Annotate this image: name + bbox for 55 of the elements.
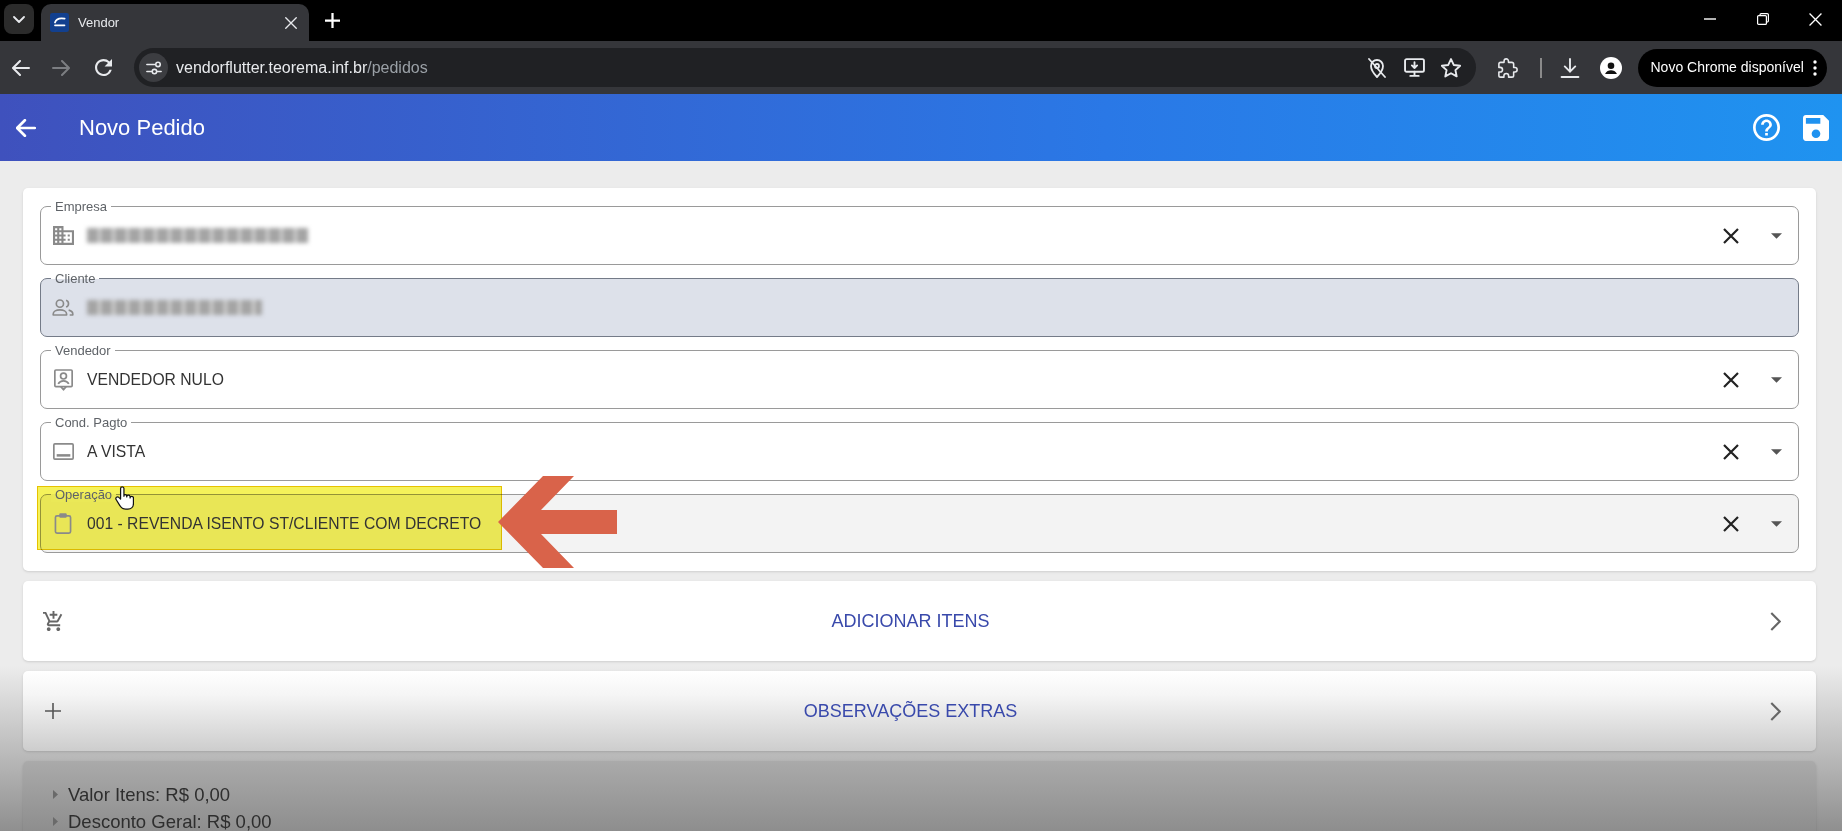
cart-plus-icon	[42, 610, 64, 632]
help-icon[interactable]	[1753, 114, 1780, 141]
action-row[interactable]: ADICIONAR ITENS	[23, 581, 1816, 661]
browser-tab[interactable]: Vendor	[41, 4, 309, 41]
field-value: 001 - REVENDA ISENTO ST/CLIENTE COM DECRETO	[87, 514, 482, 533]
field-label: Operação	[51, 487, 117, 502]
chevron-right-icon	[1770, 701, 1781, 721]
update-chrome-button[interactable]: Novo Chrome disponível	[1637, 48, 1827, 87]
clipboard-icon	[54, 513, 72, 534]
address-bar[interactable]: vendorflutter.teorema.inf.br/pedidos	[134, 48, 1476, 87]
star-icon[interactable]	[1441, 57, 1461, 78]
profile-icon[interactable]	[1599, 56, 1622, 79]
field-label: Cond. Pagto	[51, 415, 132, 430]
url-text[interactable]: vendorflutter.teorema.inf.br/pedidos	[176, 55, 428, 80]
card-icon	[52, 443, 74, 460]
field-label: Empresa	[51, 199, 112, 214]
chevron-right-icon	[1770, 611, 1781, 631]
summary-line[interactable]: Desconto Geral: R$ 0,00	[68, 810, 272, 831]
puzzle-icon[interactable]	[1498, 57, 1518, 78]
people-icon	[52, 299, 74, 316]
dropdown-caret-icon[interactable]	[1771, 448, 1782, 455]
minimize-icon[interactable]	[1703, 18, 1716, 20]
save-icon[interactable]	[1803, 114, 1829, 141]
tune-icon	[145, 60, 162, 75]
page-title: Novo Pedido	[79, 114, 205, 142]
person-card-icon	[53, 368, 73, 391]
restore-icon[interactable]	[1756, 13, 1769, 25]
dropdown-caret-icon[interactable]	[1771, 376, 1782, 383]
field-label: Cliente	[51, 271, 100, 286]
chevron-down-icon	[13, 15, 25, 23]
action-row[interactable]: OBSERVAÇÕES EXTRAS	[23, 671, 1816, 751]
more-vert-icon	[1812, 59, 1817, 76]
app-logo-icon	[50, 13, 69, 32]
plus-icon	[45, 703, 61, 719]
clear-icon[interactable]	[1723, 443, 1739, 460]
download-icon[interactable]	[1559, 57, 1580, 78]
location-off-icon[interactable]	[1367, 57, 1387, 78]
plus-icon[interactable]	[325, 13, 340, 28]
install-app-icon[interactable]	[1404, 58, 1425, 77]
summary-line[interactable]: Valor Itens: R$ 0,00	[68, 783, 231, 806]
tab-search-button[interactable]	[4, 4, 34, 34]
field-label: Vendedor	[51, 343, 115, 358]
clear-icon[interactable]	[1723, 227, 1739, 244]
forward-arrow-icon[interactable]	[52, 59, 70, 76]
clear-icon[interactable]	[1723, 371, 1739, 388]
dropdown-caret-icon[interactable]	[1771, 232, 1782, 239]
field-value: A VISTA	[87, 442, 146, 461]
close-icon[interactable]	[285, 16, 297, 29]
field-value: VENDEDOR NULO	[87, 370, 224, 389]
back-arrow-icon[interactable]	[12, 59, 30, 76]
clear-icon[interactable]	[1723, 515, 1739, 532]
dropdown-caret-icon[interactable]	[1771, 520, 1782, 527]
building-icon	[52, 226, 74, 245]
reload-icon[interactable]	[95, 59, 112, 76]
site-info-button[interactable]	[139, 53, 168, 82]
